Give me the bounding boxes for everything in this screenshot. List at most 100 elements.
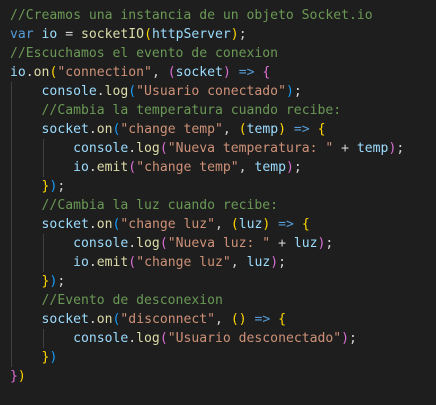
indent-guide <box>11 215 12 234</box>
code-token: ; <box>57 179 66 194</box>
code-token: () <box>230 312 247 327</box>
indent-guide <box>11 158 12 177</box>
code-token: ( <box>144 27 152 42</box>
code-line[interactable]: socket.on("change luz", (luz) => { <box>10 215 404 234</box>
code-token: "connection" <box>57 65 152 80</box>
code-token: => <box>238 65 255 80</box>
code-line[interactable]: socket.on("change temp", (temp) => { <box>10 120 404 139</box>
code-token: temp <box>254 160 286 175</box>
code-token: , <box>238 160 255 175</box>
code-token: ) <box>341 331 350 346</box>
code-token: console <box>73 236 129 251</box>
code-token: temp <box>356 141 389 156</box>
code-token: { <box>262 65 271 80</box>
code-line[interactable]: }) <box>10 348 404 367</box>
code-token: socket <box>175 65 223 80</box>
code-token: "Usuario desconectado" <box>167 331 342 346</box>
code-token: ( <box>238 122 247 137</box>
indent-guide <box>11 272 12 291</box>
code-line[interactable]: }) <box>10 367 404 386</box>
code-line[interactable]: io.emit("change temp", temp); <box>10 158 404 177</box>
code-token: ; <box>57 274 66 289</box>
code-line[interactable]: console.log("Usuario conectado"); <box>10 82 404 101</box>
code-token: ) <box>270 255 279 270</box>
code-token: + <box>333 141 357 156</box>
indent-guide <box>11 329 12 348</box>
code-token: ) <box>278 122 287 137</box>
code-token: ( <box>167 65 176 80</box>
code-token: ( <box>128 160 137 175</box>
code-line[interactable]: io.emit("change luz", luz); <box>10 253 404 272</box>
code-token: //Cambia la luz cuando recibe: <box>41 198 279 213</box>
code-token: . <box>96 84 105 99</box>
code-token: . <box>128 331 137 346</box>
code-token: . <box>25 65 34 80</box>
code-token: console <box>73 331 129 346</box>
indent-guide <box>11 82 12 101</box>
code-token: temp <box>246 122 279 137</box>
code-token: , <box>151 65 168 80</box>
code-token: , <box>215 312 231 327</box>
code-token: luz <box>293 236 318 251</box>
code-line[interactable]: //Creamos una instancia de un objeto Soc… <box>10 6 404 25</box>
code-line[interactable]: socket.on("disconnect", () => { <box>10 310 404 329</box>
code-line[interactable]: }); <box>10 272 404 291</box>
indent-guide <box>11 253 12 272</box>
code-token: => <box>278 217 294 232</box>
code-token: ; <box>325 236 334 251</box>
code-editor[interactable]: //Creamos una instancia de un objeto Soc… <box>0 0 436 405</box>
code-token: { <box>317 122 326 137</box>
code-token: "Nueva temperatura: " <box>167 141 334 156</box>
code-line[interactable]: //Escuchamos el evento de conexion <box>10 44 404 63</box>
code-token: log <box>136 331 160 346</box>
indent-guide <box>43 234 44 253</box>
code-line[interactable]: io.on("connection", (socket) => { <box>10 63 404 82</box>
code-token: "change temp" <box>120 122 223 137</box>
code-token: socketIO <box>80 27 145 42</box>
code-token: log <box>104 84 129 99</box>
code-token: => <box>293 122 310 137</box>
code-token: io <box>73 160 89 175</box>
code-token: = <box>57 27 81 42</box>
code-token: var <box>10 27 34 42</box>
code-token: . <box>128 236 137 251</box>
code-token: . <box>88 255 97 270</box>
indent-guide <box>11 120 12 139</box>
code-token: ( <box>230 217 239 232</box>
code-token: io <box>41 27 58 42</box>
code-token: , <box>222 122 239 137</box>
code-token: //Creamos una instancia de un objeto Soc… <box>10 8 373 23</box>
code-line[interactable]: //Evento de desconexion <box>10 291 404 310</box>
code-token: . <box>88 217 97 232</box>
code-token: , <box>230 255 247 270</box>
code-line[interactable]: console.log("Usuario desconectado"); <box>10 329 404 348</box>
indent-guide <box>11 101 12 120</box>
code-token: luz <box>238 217 263 232</box>
code-token: socket <box>41 122 89 137</box>
code-content[interactable]: //Creamos una instancia de un objeto Soc… <box>10 6 404 386</box>
code-line[interactable]: }); <box>10 177 404 196</box>
code-line[interactable]: //Cambia la temperatura cuando recibe: <box>10 101 404 120</box>
indent-guide <box>11 310 12 329</box>
code-line[interactable]: console.log("Nueva temperatura: " + temp… <box>10 139 404 158</box>
code-token: . <box>88 160 97 175</box>
code-token: ; <box>293 84 302 99</box>
code-token: => <box>254 312 271 327</box>
code-line[interactable]: //Cambia la luz cuando recibe: <box>10 196 404 215</box>
code-token: socket <box>41 312 89 327</box>
code-line[interactable]: var io = socketIO(httpServer); <box>10 25 404 44</box>
code-token: { <box>301 217 310 232</box>
code-token: ; <box>278 255 287 270</box>
code-line[interactable]: console.log("Nueva luz: " + luz); <box>10 234 404 253</box>
indent-guide <box>43 329 44 348</box>
